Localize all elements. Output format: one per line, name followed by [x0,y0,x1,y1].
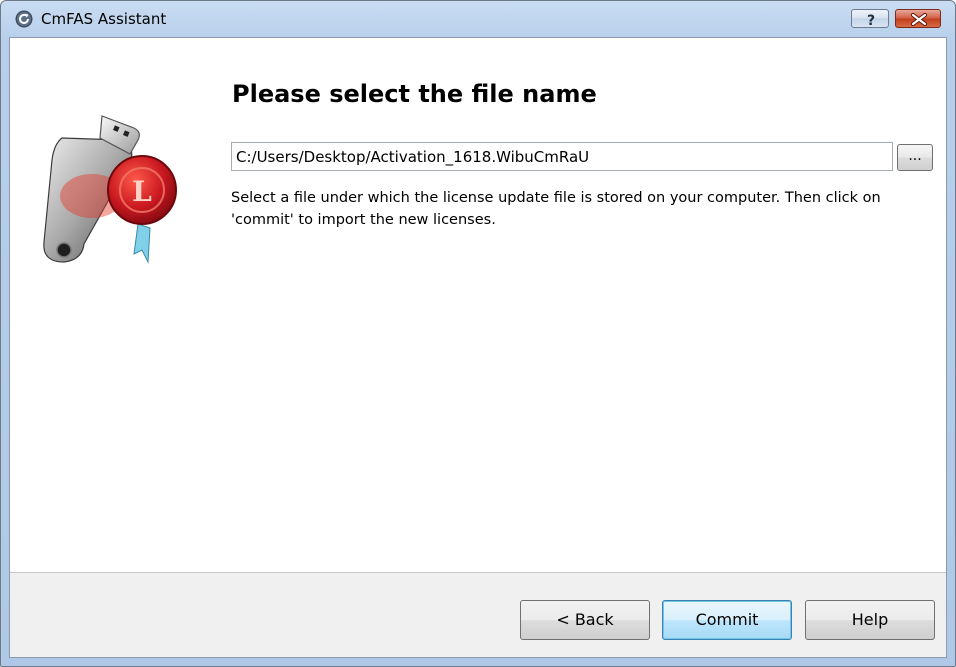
seal-letter: L [132,175,152,208]
page-title: Please select the file name [232,80,597,108]
window-title: CmFAS Assistant [41,10,167,28]
instruction-text: Select a file under which the license up… [231,190,881,228]
svg-text:?: ? [867,13,875,29]
file-path-input[interactable] [231,142,893,171]
close-icon [911,13,927,26]
usb-license-key-icon: L [43,115,177,264]
help-caption-button[interactable]: ? [851,9,889,29]
close-button[interactable] [895,9,941,28]
back-button[interactable]: < Back [520,600,650,640]
refresh-icon [15,10,33,28]
client-area: L Please select the file name ... Select… [9,37,947,658]
commit-button[interactable]: Commit [662,600,792,640]
title-bar[interactable]: CmFAS Assistant ? [1,1,955,37]
browse-button[interactable]: ... [897,144,933,171]
wizard-window: CmFAS Assistant ? L Please select the fi… [0,0,956,667]
question-icon: ? [867,13,875,29]
help-button[interactable]: Help [805,600,935,640]
